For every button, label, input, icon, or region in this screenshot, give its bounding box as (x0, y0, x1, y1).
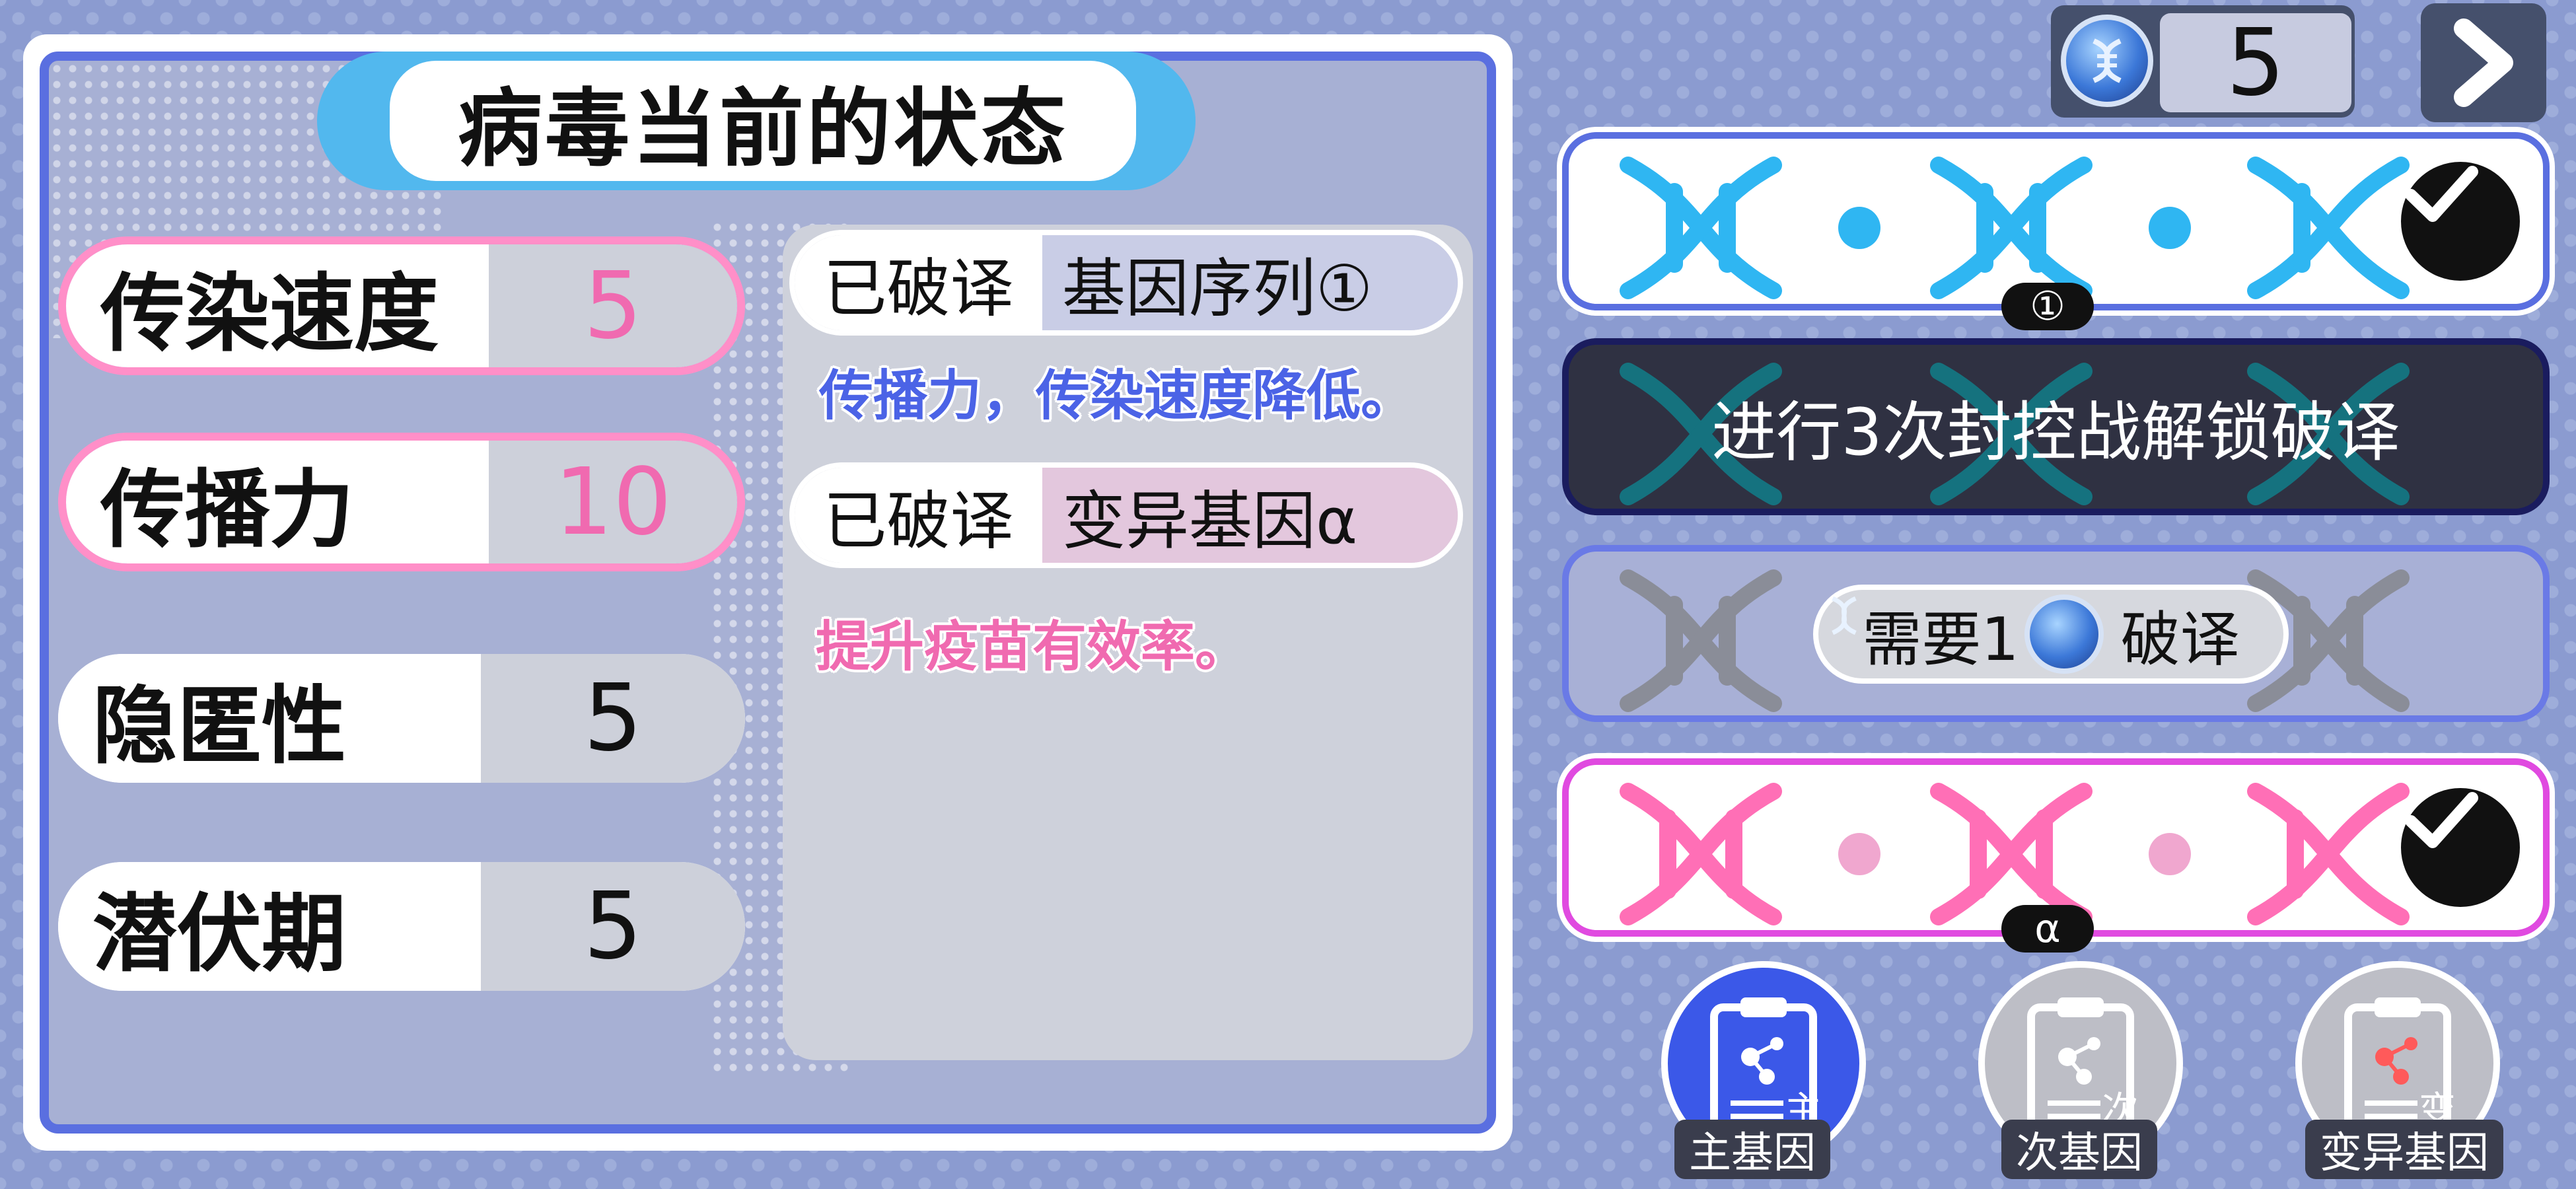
stat-value: 5 (481, 862, 745, 991)
stat-row-spread: 传播力 10 (58, 433, 745, 571)
stat-row-incubation: 潜伏期 5 (58, 862, 745, 991)
stat-label: 传播力 (66, 441, 489, 563)
stat-label: 传染速度 (66, 244, 489, 367)
check-icon (2394, 155, 2526, 287)
decode-cost-suffix: 破译 (2120, 605, 2240, 674)
stat-label: 隐匿性 (58, 654, 481, 783)
unlock-condition-text: 进行3次封控战解锁破译 (1711, 395, 2400, 470)
dna-coin-icon (2061, 15, 2153, 107)
stat-value: 10 (489, 441, 737, 563)
stat-value: 5 (489, 244, 737, 367)
next-button[interactable] (2421, 3, 2546, 122)
stat-value: 5 (481, 654, 745, 783)
gene-status: 已破译 (795, 235, 1042, 330)
gene-card-locked[interactable]: 进行3次封控战解锁破译 (1562, 338, 2550, 515)
gene-badge: ① (2001, 283, 2094, 330)
dna-coin-icon (1832, 594, 2104, 674)
tab-label-main-gene[interactable]: 主基因 (1674, 1120, 1830, 1179)
gene-name: 变异基因α (1042, 468, 1458, 563)
decode-cost-prefix: 需要1 (1862, 605, 2019, 674)
stat-label: 潜伏期 (58, 862, 481, 991)
gene-status: 已破译 (795, 468, 1042, 563)
gene-name: 基因序列① (1042, 235, 1458, 330)
gene-description: 传播力，传染速度降低。 (819, 365, 1415, 427)
tab-label-secondary-gene[interactable]: 次基因 (2001, 1120, 2157, 1179)
gene-badge: α (2001, 905, 2094, 953)
stat-row-infection-speed: 传染速度 5 (58, 236, 745, 375)
gene-description: 提升疫苗有效率。 (816, 616, 1250, 678)
stat-row-stealth: 隐匿性 5 (58, 654, 745, 783)
chevron-right-icon (2454, 18, 2513, 107)
gene-tag-mutation-alpha: 已破译 变异基因α (789, 462, 1463, 568)
decode-cost-pill[interactable]: 需要1 破译 (1813, 585, 2289, 684)
gene-tag-sequence-1: 已破译 基因序列① (789, 230, 1463, 336)
tab-label-mutation-gene[interactable]: 变异基因 (2305, 1120, 2503, 1179)
check-icon (2394, 781, 2526, 914)
currency-amount: 5 (2160, 9, 2351, 117)
panel-title: 病毒当前的状态 (390, 61, 1136, 181)
gene-card-decode[interactable]: 需要1 破译 (1562, 545, 2550, 722)
